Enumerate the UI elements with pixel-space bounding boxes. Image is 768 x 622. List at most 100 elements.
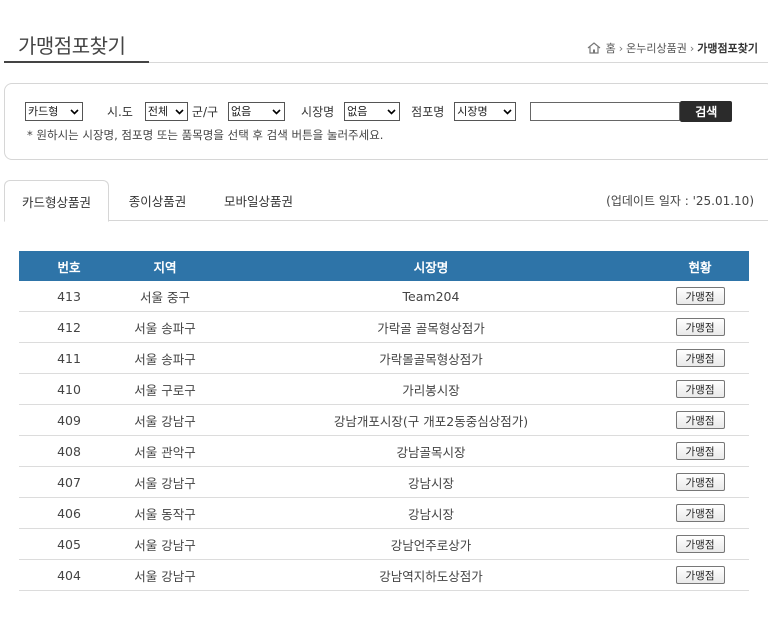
row-status: 가맹점 — [651, 287, 749, 305]
row-market: 강남역지하도상점가 — [379, 568, 483, 584]
breadcrumb-section[interactable]: 온누리상품권 — [626, 40, 687, 56]
row-region: 서울 강남구 — [134, 568, 196, 584]
search-row: 카드형 시.도 전체 군/구 없음 시장명 없음 점포명 시장명 검색 — [25, 100, 733, 122]
row-status: 가맹점 — [651, 535, 749, 553]
market-table: 번호 지역 시장명 현황 413 서울 중구 Team204 가맹점 412 서울 송파구… — [19, 251, 749, 591]
store-label: 점포명 — [411, 104, 445, 119]
header-status: 현황 — [688, 259, 712, 275]
market-label: 시장명 — [301, 104, 335, 119]
tab-mobile-voucher[interactable]: 모바일상품권 — [206, 180, 311, 221]
table-body: 413 서울 중구 Team204 가맹점 412 서울 송파구 가락골 골목형상점가 가맹점… — [19, 281, 749, 591]
chevron-down-icon — [502, 105, 514, 117]
card-type-select[interactable]: 카드형 — [25, 101, 83, 121]
row-market: 가리봉시장 — [402, 382, 460, 398]
table-row: 405 서울 강남구 강남언주로상가 가맹점 — [19, 529, 749, 560]
chevron-right-icon: › — [689, 41, 695, 55]
row-status: 가맹점 — [651, 442, 749, 460]
row-status: 가맹점 — [651, 566, 749, 584]
row-region: 서울 관악구 — [134, 444, 196, 460]
gungu-select[interactable]: 없음 — [228, 101, 286, 121]
chevron-right-icon: › — [618, 41, 624, 55]
row-status: 가맹점 — [651, 504, 749, 522]
table-header: 번호 지역 시장명 현황 — [19, 251, 749, 281]
store-list-button[interactable]: 가맹점 — [675, 318, 725, 336]
update-date: (업데이트 일자 : '25.01.10) — [606, 194, 754, 208]
row-market: 강남골목시장 — [396, 444, 466, 460]
header-number: 번호 — [57, 259, 81, 275]
table-row: 404 서울 강남구 강남역지하도상점가 가맹점 — [19, 560, 749, 591]
store-list-button[interactable]: 가맹점 — [675, 287, 725, 305]
row-region: 서울 강남구 — [134, 537, 196, 553]
keyword-input[interactable] — [530, 101, 681, 121]
row-status: 가맹점 — [651, 411, 749, 429]
table-row: 406 서울 동작구 강남시장 가맹점 — [19, 498, 749, 529]
sido-select-value: 전체 — [147, 105, 169, 118]
row-region: 서울 구로구 — [134, 382, 196, 398]
row-region: 서울 강남구 — [134, 413, 196, 429]
row-region: 서울 동작구 — [134, 506, 196, 522]
row-market: Team204 — [402, 288, 460, 304]
search-button[interactable]: 검색 — [680, 100, 733, 122]
title-underline — [4, 61, 149, 63]
table-row: 408 서울 관악구 강남골목시장 가맹점 — [19, 436, 749, 467]
row-number: 410 — [57, 381, 81, 397]
row-status: 가맹점 — [651, 380, 749, 398]
store-list-button[interactable]: 가맹점 — [675, 442, 725, 460]
table-row: 413 서울 중구 Team204 가맹점 — [19, 281, 749, 312]
row-number: 407 — [57, 474, 81, 490]
search-panel: 카드형 시.도 전체 군/구 없음 시장명 없음 점포명 시장명 검색 * 원하… — [4, 83, 768, 160]
table-row: 410 서울 구로구 가리봉시장 가맹점 — [19, 374, 749, 405]
store-select[interactable]: 시장명 — [454, 101, 517, 121]
row-market: 가락몰골목형상점가 — [379, 351, 483, 367]
row-number: 411 — [57, 350, 81, 366]
market-select[interactable]: 없음 — [344, 101, 401, 121]
tab-paper-voucher[interactable]: 종이상품권 — [109, 180, 206, 221]
table-row: 412 서울 송파구 가락골 골목형상점가 가맹점 — [19, 312, 749, 343]
tab-card-voucher[interactable]: 카드형상품권 — [4, 180, 109, 222]
table-row: 407 서울 강남구 강남시장 가맹점 — [19, 467, 749, 498]
row-status: 가맹점 — [651, 473, 749, 491]
store-list-button[interactable]: 가맹점 — [675, 535, 725, 553]
home-icon[interactable] — [587, 42, 601, 54]
store-list-button[interactable]: 가맹점 — [675, 349, 725, 367]
row-market: 강남시장 — [407, 475, 454, 491]
row-market: 강남시장 — [407, 506, 454, 522]
row-number: 405 — [57, 536, 81, 552]
row-market: 강남언주로상가 — [390, 537, 472, 553]
store-list-button[interactable]: 가맹점 — [675, 566, 725, 584]
sido-select[interactable]: 전체 — [144, 101, 188, 121]
row-number: 404 — [57, 567, 81, 583]
breadcrumb: 홈 › 온누리상품권 › 가맹점포찾기 — [587, 40, 758, 56]
card-type-select-value: 카드형 — [28, 105, 59, 118]
store-list-button[interactable]: 가맹점 — [675, 411, 725, 429]
row-number: 406 — [57, 505, 81, 521]
table-row: 411 서울 송파구 가락몰골목형상점가 가맹점 — [19, 343, 749, 374]
store-list-button[interactable]: 가맹점 — [675, 473, 725, 491]
chevron-down-icon — [173, 105, 185, 117]
page-header: 가맹점포찾기 홈 › 온누리상품권 › 가맹점포찾기 — [4, 0, 768, 63]
table-row: 409 서울 강남구 강남개포시장(구 개포2동중심상점가) 가맹점 — [19, 405, 749, 436]
row-region: 서울 중구 — [140, 289, 190, 305]
store-list-button[interactable]: 가맹점 — [675, 380, 725, 398]
row-number: 408 — [57, 443, 81, 459]
row-status: 가맹점 — [651, 349, 749, 367]
row-market: 강남개포시장(구 개포2동중심상점가) — [333, 413, 529, 429]
sido-label: 시.도 — [107, 104, 133, 119]
gungu-select-value: 없음 — [231, 105, 252, 118]
header-region: 지역 — [153, 259, 177, 275]
row-number: 409 — [57, 412, 81, 428]
row-number: 413 — [57, 288, 81, 304]
gungu-label: 군/구 — [191, 104, 219, 119]
store-list-button[interactable]: 가맹점 — [675, 504, 725, 522]
chevron-down-icon — [271, 105, 283, 117]
row-region: 서울 강남구 — [134, 475, 196, 491]
chevron-down-icon — [69, 105, 80, 117]
row-market: 가락골 골목형상점가 — [377, 320, 485, 336]
chevron-down-icon — [386, 105, 398, 117]
breadcrumb-home[interactable]: 홈 — [606, 40, 616, 56]
row-number: 412 — [57, 319, 81, 335]
store-select-value: 시장명 — [457, 105, 488, 118]
search-hint: * 원하시는 시장명, 점포명 또는 품목명을 선택 후 검색 버튼을 눌러주세… — [27, 128, 384, 142]
row-status: 가맹점 — [651, 318, 749, 336]
market-select-value: 없음 — [347, 105, 368, 118]
